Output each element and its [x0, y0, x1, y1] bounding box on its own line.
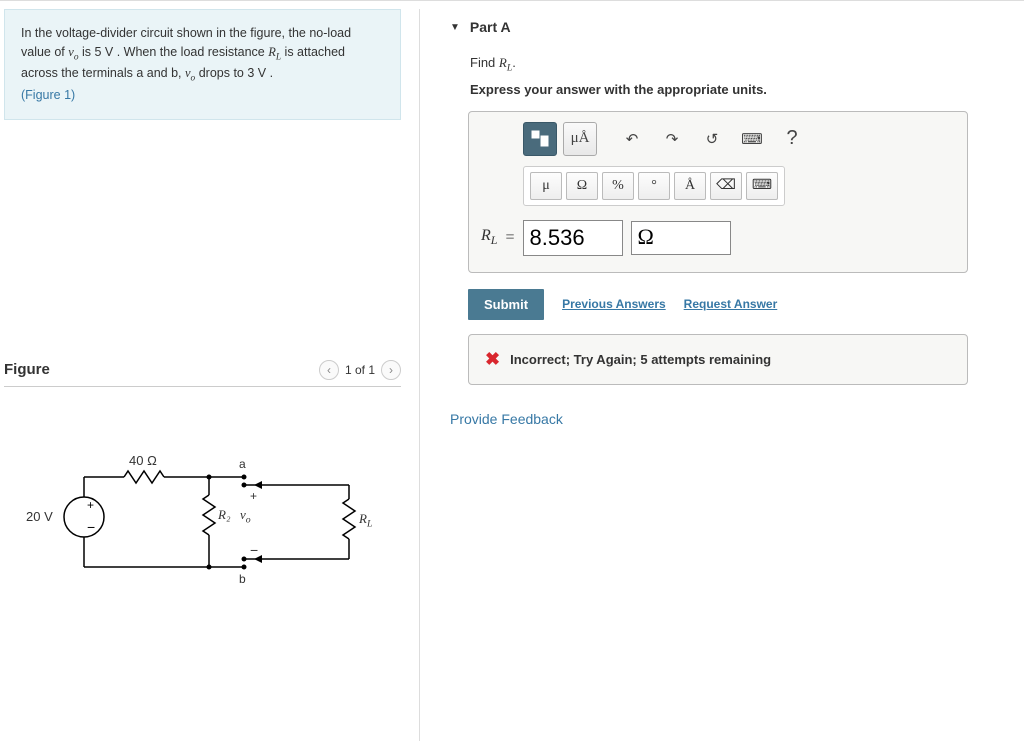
- figure-link[interactable]: (Figure 1): [21, 88, 75, 102]
- svg-text:−: −: [87, 519, 95, 535]
- r2-label: R₂: [218, 507, 230, 523]
- angstrom-button[interactable]: Å: [674, 172, 706, 200]
- rl-symbol: R: [268, 45, 276, 59]
- figure-prev-button[interactable]: ‹: [319, 360, 339, 380]
- undo-button[interactable]: ↶: [615, 122, 649, 156]
- omega-button[interactable]: Ω: [566, 172, 598, 200]
- svg-text:+: +: [87, 498, 94, 512]
- source-label: 20 V: [26, 509, 53, 524]
- units-instruction: Express your answer with the appropriate…: [470, 82, 1004, 97]
- vo-label: vo: [240, 507, 251, 526]
- provide-feedback-link[interactable]: Provide Feedback: [450, 411, 1004, 427]
- submit-button[interactable]: Submit: [468, 289, 544, 320]
- equals-sign: =: [505, 229, 514, 247]
- mu-button[interactable]: μ: [530, 172, 562, 200]
- units-menu-button[interactable]: μÅ: [563, 122, 597, 156]
- help-button[interactable]: ?: [775, 122, 809, 156]
- degree-button[interactable]: °: [638, 172, 670, 200]
- problem-when: . When the load resistance: [113, 45, 268, 59]
- part-header[interactable]: ▼ Part A: [450, 19, 1004, 35]
- redo-button[interactable]: ↷: [655, 122, 689, 156]
- minus-terminal: −: [250, 542, 258, 558]
- problem-drops: drops to: [195, 66, 247, 80]
- incorrect-icon: ✖: [485, 349, 500, 370]
- answer-box: μÅ ↶ ↷ ↺ ⌨ ? μ Ω % ° Å ⌫ ⌨ RL =: [468, 111, 968, 273]
- figure-title: Figure: [4, 361, 50, 378]
- r1-label: 40 Ω: [129, 453, 157, 468]
- figure-next-button[interactable]: ›: [381, 360, 401, 380]
- keyboard-button-2[interactable]: ⌨: [746, 172, 778, 200]
- symbol-toolbar: μ Ω % ° Å ⌫ ⌨: [523, 166, 785, 206]
- answer-value-input[interactable]: [523, 220, 623, 256]
- answer-unit-input[interactable]: [631, 221, 731, 255]
- collapse-icon: ▼: [450, 22, 460, 33]
- figure-nav-text: 1 of 1: [345, 363, 375, 377]
- noload-value: 5 V: [95, 45, 114, 59]
- previous-answers-link[interactable]: Previous Answers: [562, 297, 666, 311]
- feedback-message: ✖ Incorrect; Try Again; 5 attempts remai…: [468, 334, 968, 385]
- figure-header: Figure ‹ 1 of 1 ›: [4, 360, 401, 387]
- node-b: b: [239, 572, 246, 586]
- loaded-value: 3 V: [247, 66, 266, 80]
- plus-terminal: +: [250, 489, 257, 503]
- rl-label: RL: [359, 511, 372, 530]
- part-label: Part A: [470, 19, 511, 35]
- template-icon[interactable]: [523, 122, 557, 156]
- figure-body: + −: [4, 387, 401, 607]
- reset-button[interactable]: ↺: [695, 122, 729, 156]
- answer-variable: RL: [481, 227, 497, 248]
- problem-statement: In the voltage-divider circuit shown in …: [4, 9, 401, 120]
- percent-button[interactable]: %: [602, 172, 634, 200]
- request-answer-link[interactable]: Request Answer: [684, 297, 778, 311]
- circuit-diagram: + −: [14, 447, 374, 597]
- backspace-button[interactable]: ⌫: [710, 172, 742, 200]
- problem-is: is: [79, 45, 95, 59]
- node-a: a: [239, 457, 246, 471]
- feedback-text: Incorrect; Try Again; 5 attempts remaini…: [510, 352, 771, 367]
- keyboard-button[interactable]: ⌨: [735, 122, 769, 156]
- find-instruction: Find RL.: [470, 55, 1004, 74]
- problem-period: .: [266, 66, 273, 80]
